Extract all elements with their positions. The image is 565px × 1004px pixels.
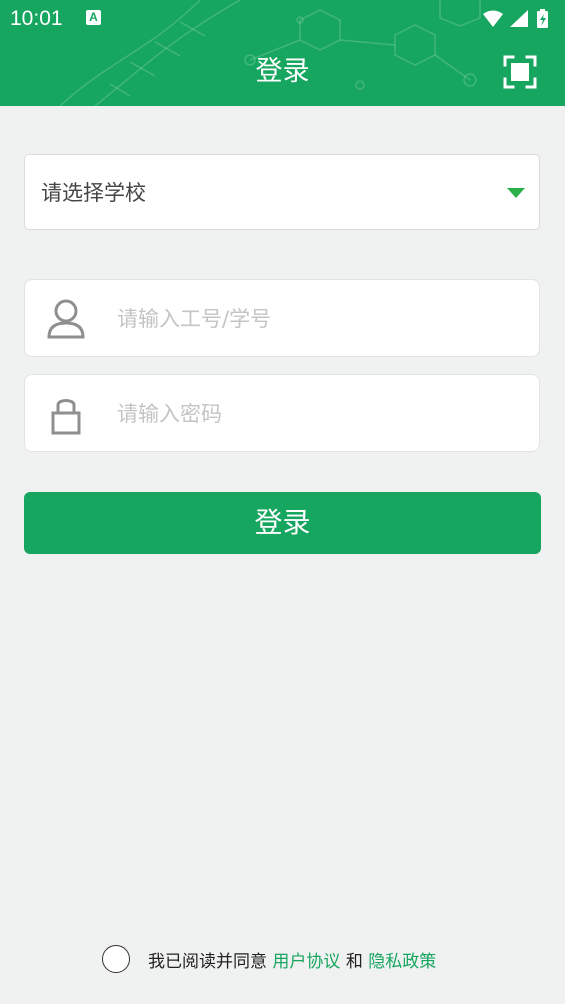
a-notification-icon: A	[86, 10, 101, 25]
password-input[interactable]	[115, 375, 519, 453]
user-icon	[47, 299, 85, 339]
login-button[interactable]: 登录	[24, 492, 541, 554]
agreement-prefix: 我已阅读并同意	[148, 952, 267, 972]
scan-icon	[503, 55, 537, 89]
privacy-policy-link[interactable]: 隐私政策	[368, 947, 436, 972]
lock-icon	[51, 399, 81, 435]
agreement-conjunction: 和	[345, 952, 363, 972]
wifi-icon	[483, 10, 503, 27]
triangle-down-icon	[507, 188, 525, 198]
username-field[interactable]	[24, 279, 540, 358]
page-title: 登录	[255, 56, 310, 87]
scan-button[interactable]	[503, 55, 537, 89]
school-select-label: 请选择学校	[41, 181, 146, 205]
agreement-row: 我已阅读并同意 用户协议 和 隐私政策	[0, 943, 565, 977]
agree-checkbox[interactable]	[102, 945, 130, 973]
app-header: 10:01 A 登录	[0, 0, 565, 106]
agreement-text: 我已阅读并同意 用户协议 和 隐私政策	[148, 947, 436, 972]
signal-icon	[510, 10, 528, 27]
battery-charging-icon	[537, 9, 548, 28]
status-time: 10:01	[10, 7, 63, 30]
school-select[interactable]: 请选择学校	[24, 154, 540, 230]
password-field[interactable]	[24, 374, 540, 453]
user-agreement-link[interactable]: 用户协议	[272, 947, 340, 972]
status-icons	[483, 9, 548, 28]
username-input[interactable]	[115, 280, 519, 358]
